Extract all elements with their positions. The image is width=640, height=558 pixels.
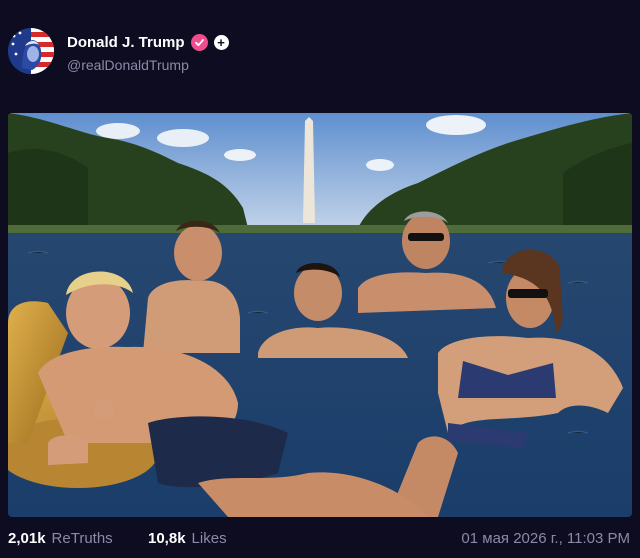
flag-portrait-avatar[interactable] [8, 28, 54, 74]
verified-badge-icon [190, 33, 208, 51]
post-footer: 2,01k ReTruths 10,8k Likes 01 мая 2026 г… [0, 528, 640, 552]
post-timestamp[interactable]: 01 мая 2026 г., 11:03 PM [461, 530, 630, 547]
retruths-count: 2,01k [8, 530, 46, 547]
author-display-name[interactable]: Donald J. Trump [67, 34, 185, 51]
likes-stat[interactable]: 10,8k Likes [148, 530, 227, 547]
post-image[interactable] [8, 113, 632, 517]
likes-label: Likes [191, 530, 227, 547]
author-handle[interactable]: @realDonaldTrump [67, 57, 189, 73]
retruths-stat[interactable]: 2,01k ReTruths [8, 530, 113, 547]
likes-count: 10,8k [148, 530, 186, 547]
retruths-label: ReTruths [51, 530, 113, 547]
post-header: Donald J. Trump + @realDonaldTrump [0, 0, 640, 100]
author-name-row: Donald J. Trump + [67, 32, 229, 52]
plus-icon[interactable]: + [213, 34, 229, 50]
